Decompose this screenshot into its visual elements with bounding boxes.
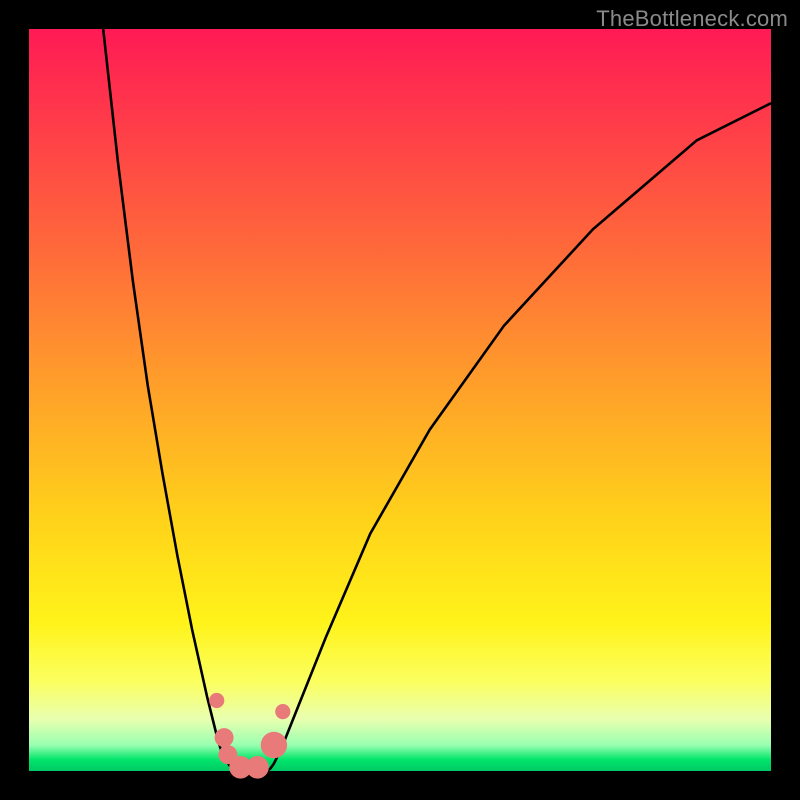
- data-marker: [246, 756, 269, 779]
- data-marker: [275, 704, 290, 719]
- plot-area: [29, 29, 771, 771]
- data-marker: [215, 728, 234, 747]
- right-curve: [266, 103, 771, 771]
- data-marker: [261, 732, 287, 758]
- markers-group: [209, 693, 290, 779]
- watermark-text: TheBottleneck.com: [596, 6, 788, 32]
- chart-frame: TheBottleneck.com: [0, 0, 800, 800]
- data-marker: [209, 693, 224, 708]
- chart-svg: [29, 29, 771, 771]
- left-curve: [103, 29, 237, 771]
